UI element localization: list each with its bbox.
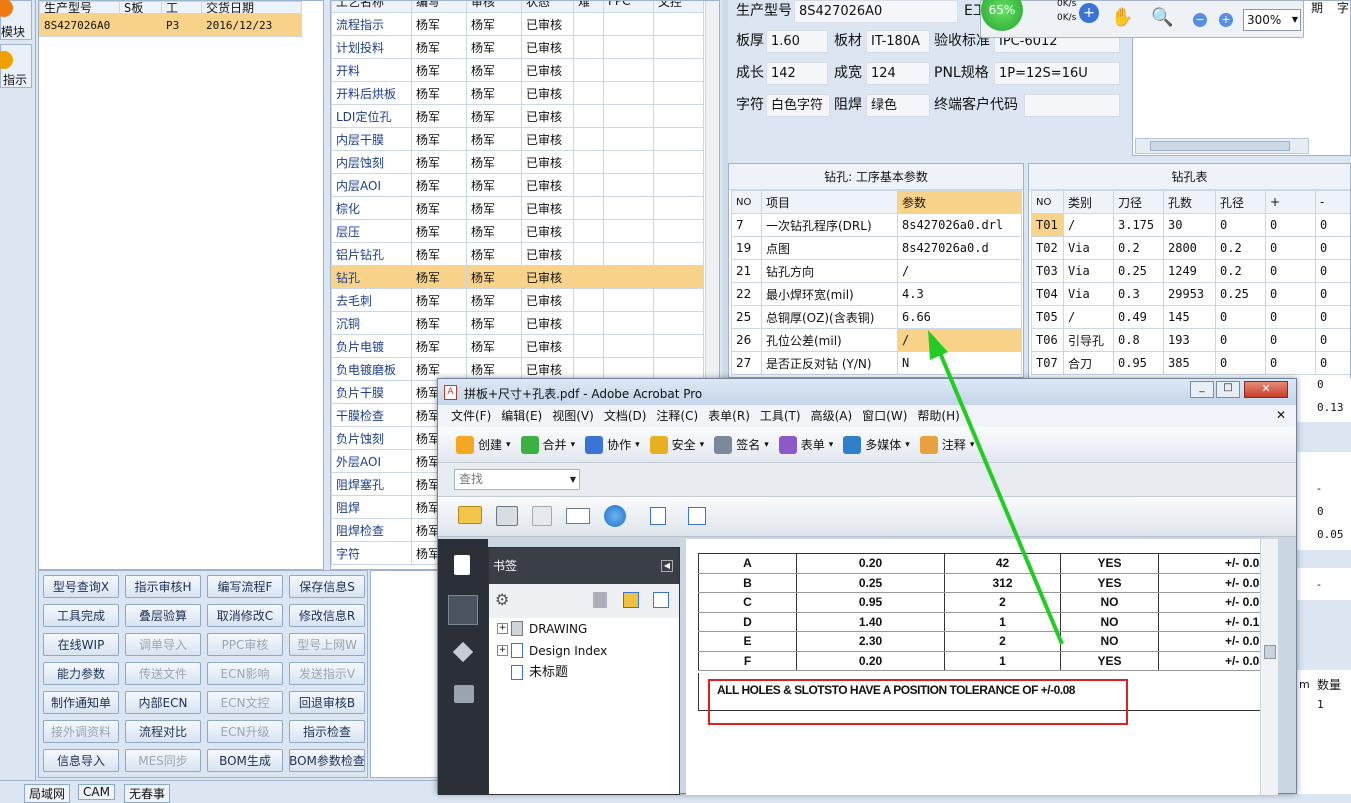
annotation-arrow: [0, 0, 1351, 794]
